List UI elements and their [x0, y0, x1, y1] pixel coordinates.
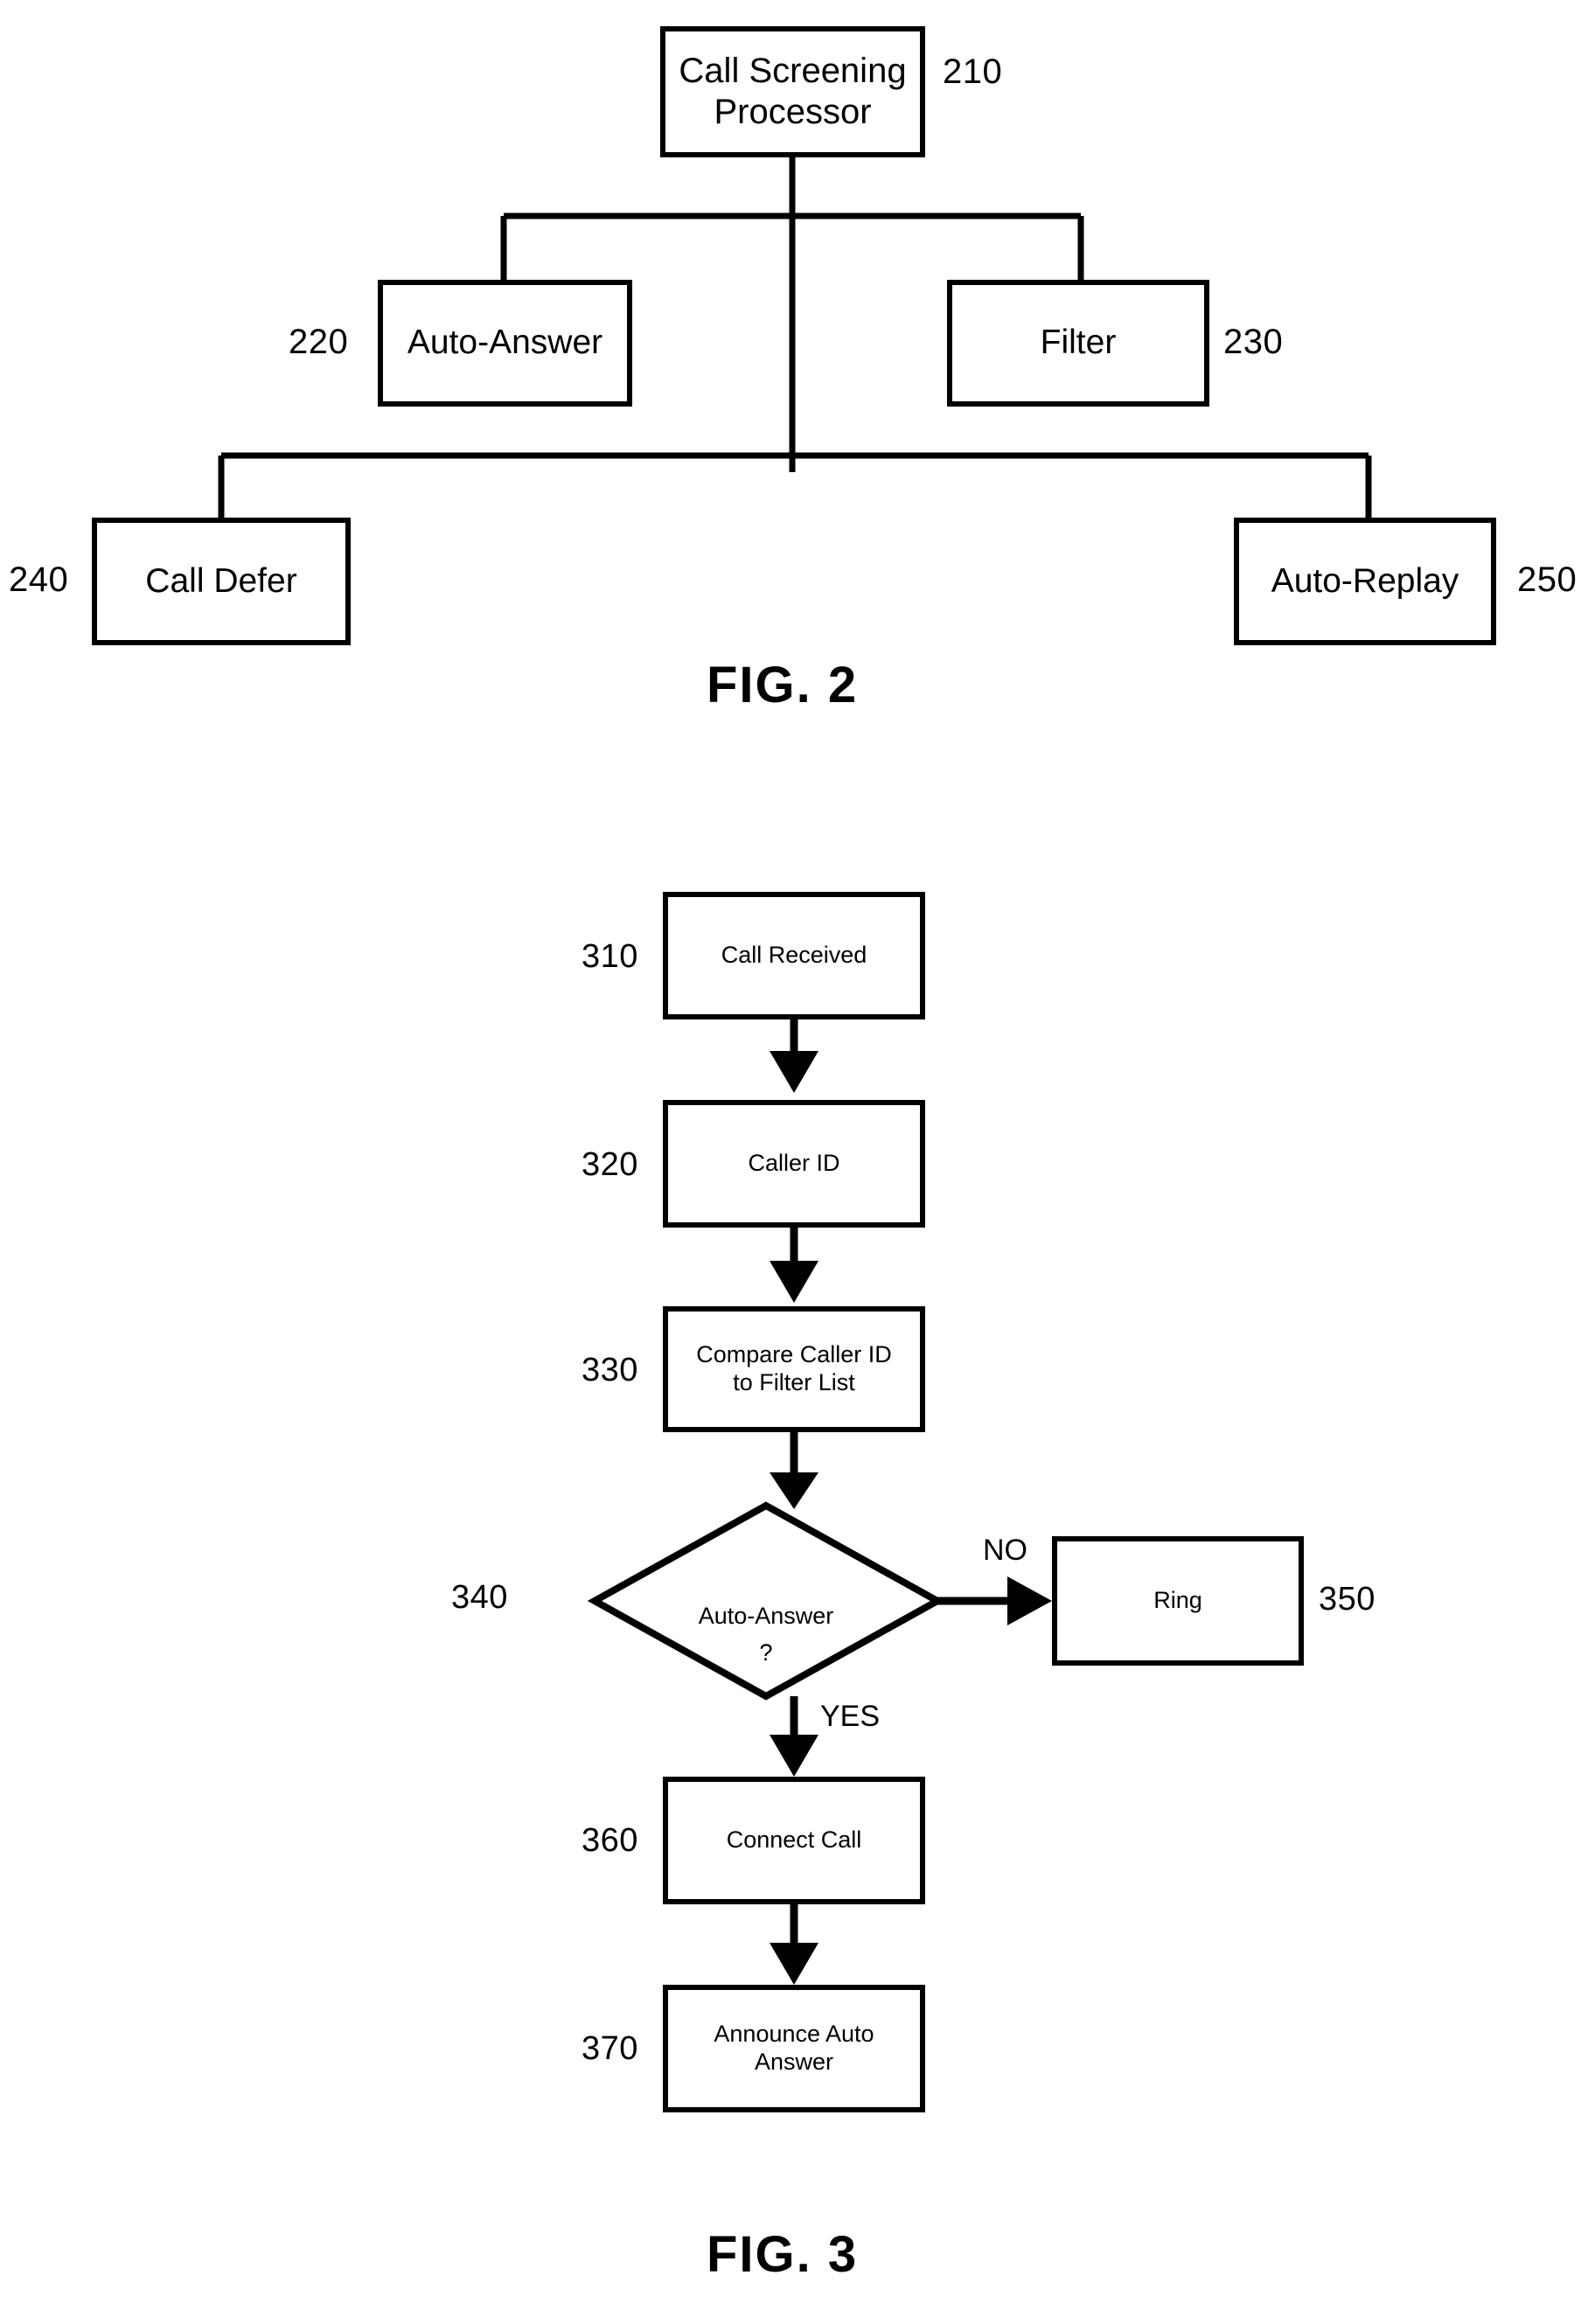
- node-label: Ring: [1153, 1587, 1202, 1614]
- node-label: Compare Caller ID to Filter List: [696, 1341, 892, 1395]
- ref-numeral-360: 360: [582, 1822, 638, 1859]
- node-caller-id[interactable]: Caller ID: [663, 1100, 925, 1228]
- branch-label-yes: YES: [820, 1700, 881, 1733]
- node-auto-answer[interactable]: Auto-Answer: [378, 280, 632, 407]
- node-auto-answer-decision[interactable]: Auto-Answer ?: [626, 1562, 906, 1672]
- node-compare-caller-id[interactable]: Compare Caller ID to Filter List: [663, 1306, 925, 1432]
- ref-numeral-340: 340: [451, 1579, 508, 1616]
- node-label: Caller ID: [748, 1150, 840, 1177]
- branch-label-no: NO: [983, 1534, 1027, 1567]
- ref-numeral-240: 240: [9, 560, 69, 599]
- ref-numeral-220: 220: [289, 323, 349, 361]
- figure-caption-fig2: FIG. 2: [707, 657, 859, 713]
- node-label: Call Screening Processor: [679, 51, 907, 131]
- fig3-arrowhead-330: [770, 1261, 818, 1303]
- fig3-arrowhead-340: [770, 1472, 818, 1509]
- node-label: Auto-Replay: [1271, 561, 1459, 600]
- ref-numeral-320: 320: [582, 1146, 638, 1183]
- ref-numeral-370: 370: [582, 2030, 638, 2067]
- ref-numeral-250: 250: [1517, 560, 1578, 599]
- patent-drawing-sheet: Call Screening Processor 210 Auto-Answer…: [0, 0, 1595, 2324]
- fig3-arrowhead-370: [770, 1943, 818, 1985]
- ref-numeral-350: 350: [1319, 1581, 1376, 1618]
- node-label: Call Defer: [145, 561, 297, 600]
- node-connect-call[interactable]: Connect Call: [663, 1777, 925, 1904]
- node-announce-auto-answer[interactable]: Announce Auto Answer: [663, 1985, 925, 2112]
- node-call-received[interactable]: Call Received: [663, 892, 925, 1019]
- fig3-arrowhead-360: [770, 1735, 818, 1777]
- node-label: Announce Auto Answer: [714, 2021, 874, 2075]
- node-auto-replay[interactable]: Auto-Replay: [1234, 518, 1496, 645]
- fig3-arrowhead-350: [1007, 1576, 1052, 1625]
- figure-caption-fig3: FIG. 3: [707, 2226, 859, 2283]
- node-label: Auto-Answer ?: [698, 1602, 834, 1666]
- node-ring[interactable]: Ring: [1052, 1536, 1304, 1666]
- node-label: Call Received: [721, 942, 867, 969]
- ref-numeral-330: 330: [582, 1352, 638, 1388]
- ref-numeral-310: 310: [582, 938, 638, 975]
- ref-numeral-210: 210: [943, 52, 1003, 91]
- node-call-screening-processor[interactable]: Call Screening Processor: [660, 26, 925, 157]
- node-label: Auto-Answer: [407, 324, 603, 362]
- fig3-arrowhead-320: [770, 1051, 818, 1093]
- node-label: Connect Call: [726, 1826, 862, 1854]
- node-label: Filter: [1040, 324, 1117, 362]
- node-filter[interactable]: Filter: [947, 280, 1209, 407]
- ref-numeral-230: 230: [1223, 323, 1284, 361]
- node-call-defer[interactable]: Call Defer: [92, 518, 351, 645]
